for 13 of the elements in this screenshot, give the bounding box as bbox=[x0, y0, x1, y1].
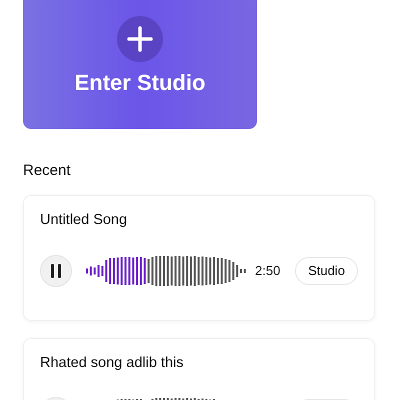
pause-icon bbox=[50, 264, 62, 278]
song-title: Untitled Song bbox=[40, 213, 128, 228]
plus-icon bbox=[117, 16, 163, 62]
song-card[interactable]: Rhated song adlib this bbox=[23, 338, 375, 400]
duration-label: 2:50 bbox=[255, 262, 280, 280]
section-title: Recent bbox=[23, 163, 72, 178]
song-card[interactable]: Untitled Song 2:50 Studio bbox=[23, 195, 375, 320]
enter-studio-label: Enter Studio bbox=[74, 72, 206, 94]
pause-button[interactable] bbox=[40, 254, 72, 286]
enter-studio-card[interactable]: Enter Studio bbox=[23, 0, 257, 129]
song-title: Rhated song adlib this bbox=[40, 356, 184, 370]
studio-button[interactable]: Studio bbox=[295, 256, 358, 284]
waveform-drawing[interactable] bbox=[86, 256, 248, 286]
